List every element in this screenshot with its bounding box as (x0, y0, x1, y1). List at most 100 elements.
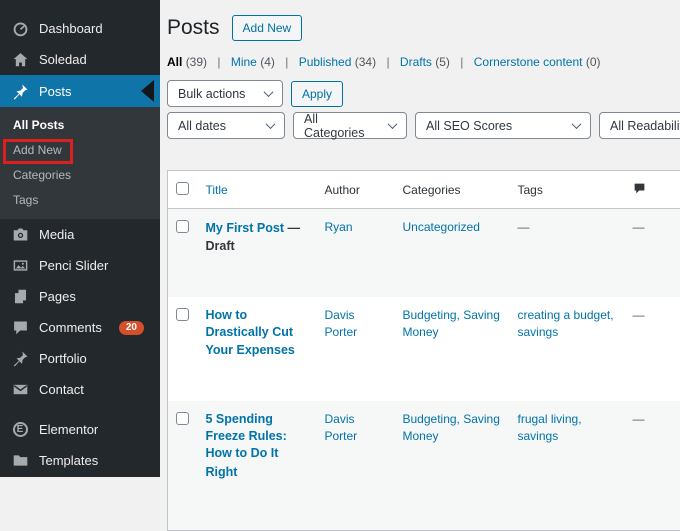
author-link[interactable]: Davis Porter (325, 412, 358, 443)
apply-button[interactable]: Apply (291, 81, 343, 107)
readability-filter-select[interactable]: All Readability (599, 112, 680, 139)
sidebar-item-dashboard[interactable]: Dashboard (0, 13, 160, 44)
pin-icon (11, 350, 29, 368)
add-new-button[interactable]: Add New (232, 15, 303, 41)
author-cell: Davis Porter (317, 297, 395, 401)
filter-drafts-link[interactable]: Drafts (400, 55, 432, 69)
categories-filter-select[interactable]: All Categories (293, 112, 407, 139)
row-checkbox[interactable] (176, 308, 189, 321)
categories-cell: Uncategorized (395, 209, 510, 297)
tag-link[interactable]: frugal living, savings (518, 412, 582, 443)
seo-scores-filter-value: All SEO Scores (426, 119, 512, 133)
sidebar-item-label: Dashboard (39, 21, 103, 36)
sidebar-item-label: Pages (39, 289, 76, 304)
tags-cell: — (510, 209, 625, 297)
sidebar-item-label: Portfolio (39, 351, 87, 366)
admin-sidebar: Dashboard Soledad Posts All Posts Add Ne… (0, 0, 160, 477)
row-select-cell (168, 401, 198, 531)
comments-cell: — (625, 297, 680, 401)
sidebar-item-label: Templates (39, 453, 98, 468)
filter-count: (4) (260, 55, 275, 69)
category-link[interactable]: Budgeting, Saving Money (403, 308, 500, 339)
envelope-icon (11, 381, 29, 399)
submenu-item-add-new[interactable]: Add New (0, 138, 160, 163)
tags-cell: creating a budget, savings (510, 297, 625, 401)
category-link[interactable]: Uncategorized (403, 220, 480, 234)
page-title: Posts (167, 16, 220, 40)
submenu-item-categories[interactable]: Categories (0, 163, 160, 188)
dashboard-icon (11, 20, 29, 38)
sidebar-item-contact[interactable]: Contact (0, 374, 160, 405)
seo-scores-filter-select[interactable]: All SEO Scores (415, 112, 591, 139)
filter-cornerstone-link[interactable]: Cornerstone content (474, 55, 583, 69)
filter-drafts: Drafts (5) (400, 55, 450, 69)
chevron-down-icon (388, 119, 398, 129)
sidebar-item-pages[interactable]: Pages (0, 281, 160, 312)
dates-filter-select[interactable]: All dates (167, 112, 285, 139)
chevron-down-icon (572, 119, 582, 129)
bulk-actions-select[interactable]: Bulk actions (167, 80, 283, 107)
filter-mine: Mine (4) (231, 55, 275, 69)
author-column-header: Author (317, 171, 395, 209)
page-header: Posts Add New (167, 11, 680, 45)
sidebar-separator (0, 405, 160, 414)
filter-cornerstone: Cornerstone content (0) (474, 55, 601, 69)
row-checkbox[interactable] (176, 220, 189, 233)
chevron-down-icon (266, 119, 276, 129)
comments-column-header (625, 171, 680, 209)
comments-value: — (633, 220, 645, 234)
filter-published-link[interactable]: Published (299, 55, 352, 69)
sidebar-item-portfolio[interactable]: Portfolio (0, 343, 160, 374)
categories-filter-value: All Categories (304, 112, 379, 140)
tag-link[interactable]: creating a budget, savings (518, 308, 614, 339)
title-sort-link[interactable]: Title (206, 183, 228, 197)
posts-submenu: All Posts Add New Categories Tags (0, 107, 160, 219)
sidebar-item-soledad[interactable]: Soledad (0, 44, 160, 75)
post-title-link[interactable]: How to Drastically Cut Your Expenses (206, 308, 295, 358)
row-checkbox[interactable] (176, 412, 189, 425)
sidebar-item-templates[interactable]: Templates (0, 445, 160, 476)
sidebar-item-label: Soledad (39, 52, 87, 67)
filter-mine-link[interactable]: Mine (231, 55, 257, 69)
sidebar-item-media[interactable]: Media (0, 219, 160, 250)
pushpin-icon (11, 82, 29, 100)
sidebar-item-label: Comments (39, 320, 102, 335)
author-cell: Davis Porter (317, 401, 395, 531)
active-menu-arrow (141, 80, 154, 102)
sidebar-item-elementor[interactable]: E Elementor (0, 414, 160, 445)
post-title-link[interactable]: 5 Spending Freeze Rules: How to Do It Ri… (206, 412, 287, 479)
row-select-cell (168, 297, 198, 401)
comments-cell: — (625, 209, 680, 297)
row-select-cell (168, 209, 198, 297)
author-link[interactable]: Davis Porter (325, 308, 358, 339)
bulk-actions-value: Bulk actions (178, 87, 245, 101)
comments-count-badge: 20 (119, 321, 144, 335)
filter-all-link[interactable]: All (167, 55, 182, 69)
category-link[interactable]: Budgeting, Saving Money (403, 412, 500, 443)
categories-cell: Budgeting, Saving Money (395, 297, 510, 401)
sidebar-item-comments[interactable]: Comments 20 (0, 312, 160, 343)
dates-filter-value: All dates (178, 119, 226, 133)
sidebar-item-penci-slider[interactable]: Penci Slider (0, 250, 160, 281)
sidebar-item-label: Media (39, 227, 74, 242)
folder-icon (11, 452, 29, 470)
filter-count: (34) (355, 55, 376, 69)
categories-cell: Budgeting, Saving Money (395, 401, 510, 531)
author-link[interactable]: Ryan (325, 220, 353, 234)
filter-separator: | (217, 55, 220, 69)
submenu-item-tags[interactable]: Tags (0, 188, 160, 213)
filter-separator: | (460, 55, 463, 69)
pages-icon (11, 288, 29, 306)
table-row: My First Post — Draft Ryan Uncategorized… (168, 209, 680, 297)
comment-bubble-icon (11, 319, 29, 337)
table-header-row: Title Author Categories Tags (168, 171, 680, 209)
submenu-item-all-posts[interactable]: All Posts (0, 113, 160, 138)
filter-separator: | (285, 55, 288, 69)
filter-count: (5) (435, 55, 450, 69)
title-cell: How to Drastically Cut Your Expenses (198, 297, 317, 401)
title-cell: 5 Spending Freeze Rules: How to Do It Ri… (198, 401, 317, 531)
filter-count: (0) (586, 55, 601, 69)
post-title-link[interactable]: My First Post (206, 221, 285, 235)
sidebar-item-posts[interactable]: Posts (0, 75, 160, 107)
select-all-checkbox[interactable] (176, 182, 189, 195)
